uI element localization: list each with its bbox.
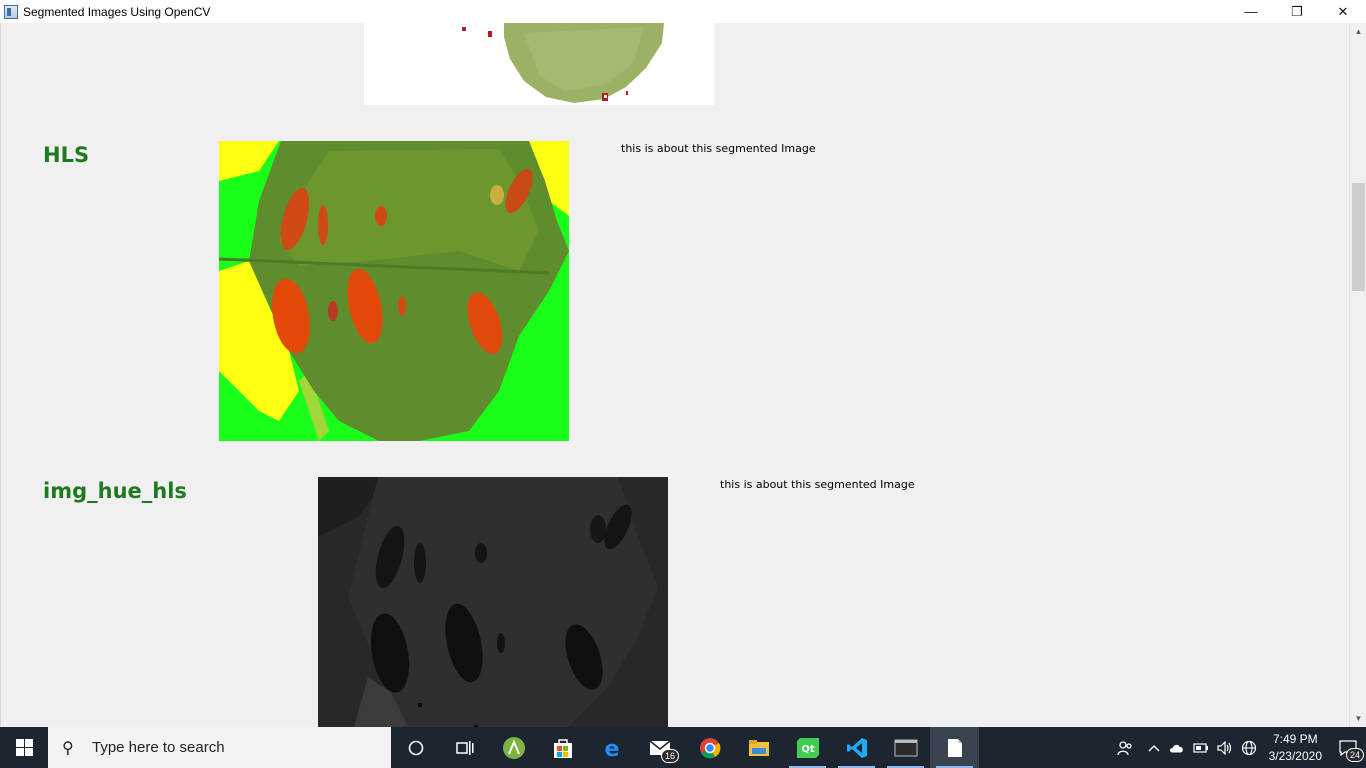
terminal-icon[interactable]	[881, 727, 930, 768]
network-globe-icon[interactable]	[1237, 727, 1261, 768]
svg-text:e: e	[604, 737, 619, 759]
scrollbar-thumb[interactable]	[1352, 183, 1365, 291]
img-hue-hls-segmented-image	[318, 477, 668, 727]
section-title-img-hue-hls: img_hue_hls	[43, 479, 187, 503]
hls-description: this is about this segmented Image	[621, 142, 816, 155]
restore-button[interactable]: ❐	[1274, 0, 1320, 23]
original-image	[364, 23, 714, 105]
task-view-icon[interactable]	[391, 727, 440, 768]
edge-icon[interactable]: e	[587, 727, 636, 768]
vscode-icon[interactable]	[832, 727, 881, 768]
svg-text:Qt: Qt	[801, 744, 815, 755]
mail-icon[interactable]: 16	[636, 727, 685, 768]
timeline-icon[interactable]	[440, 727, 489, 768]
window-title: Segmented Images Using OpenCV	[23, 4, 211, 19]
start-button[interactable]	[0, 727, 48, 768]
people-icon[interactable]	[1107, 727, 1143, 768]
section-title-hls: HLS	[43, 143, 90, 167]
file-explorer-icon[interactable]	[734, 727, 783, 768]
search-icon: ⚲	[62, 739, 74, 757]
clock[interactable]: 7:49 PM 3/23/2020	[1261, 731, 1330, 765]
title-bar: Segmented Images Using OpenCV — ❐ ✕	[0, 0, 1366, 23]
mail-badge: 16	[660, 749, 679, 763]
img-hue-hls-description: this is about this segmented Image	[720, 478, 915, 491]
hls-segmented-image	[219, 141, 569, 441]
clock-time: 7:49 PM	[1272, 731, 1318, 746]
system-tray: 7:49 PM 3/23/2020 24	[1107, 727, 1366, 768]
volume-icon[interactable]	[1213, 727, 1237, 768]
minimize-button[interactable]: —	[1228, 0, 1274, 23]
search-placeholder: Type here to search	[92, 739, 225, 756]
qt-creator-icon[interactable]: Qt	[783, 727, 832, 768]
chevron-up-icon[interactable]	[1143, 727, 1165, 768]
vertical-scrollbar[interactable]: ▲ ▼	[1349, 23, 1366, 727]
android-studio-icon[interactable]	[489, 727, 538, 768]
scroll-content: HLS this is about this segmented Image i…	[0, 23, 1349, 727]
scroll-up-arrow-icon[interactable]: ▲	[1350, 23, 1366, 40]
scroll-down-arrow-icon[interactable]: ▼	[1350, 710, 1366, 727]
action-center-button[interactable]: 24	[1330, 727, 1366, 768]
chrome-icon[interactable]	[685, 727, 734, 768]
notification-count-badge: 24	[1345, 748, 1364, 762]
app-icon	[4, 4, 18, 19]
store-icon[interactable]	[538, 727, 587, 768]
clock-date: 3/23/2020	[1268, 748, 1322, 763]
taskbar: ⚲ Type here to search e 16 Qt 7:49 PM 3/…	[0, 727, 1366, 768]
taskbar-search-box[interactable]: ⚲ Type here to search	[48, 727, 391, 768]
battery-icon[interactable]	[1189, 727, 1213, 768]
document-icon[interactable]	[930, 727, 979, 768]
windows-logo-icon	[15, 739, 33, 756]
window-controls: — ❐ ✕	[1228, 0, 1366, 23]
onedrive-icon[interactable]	[1165, 727, 1189, 768]
close-button[interactable]: ✕	[1320, 0, 1366, 23]
